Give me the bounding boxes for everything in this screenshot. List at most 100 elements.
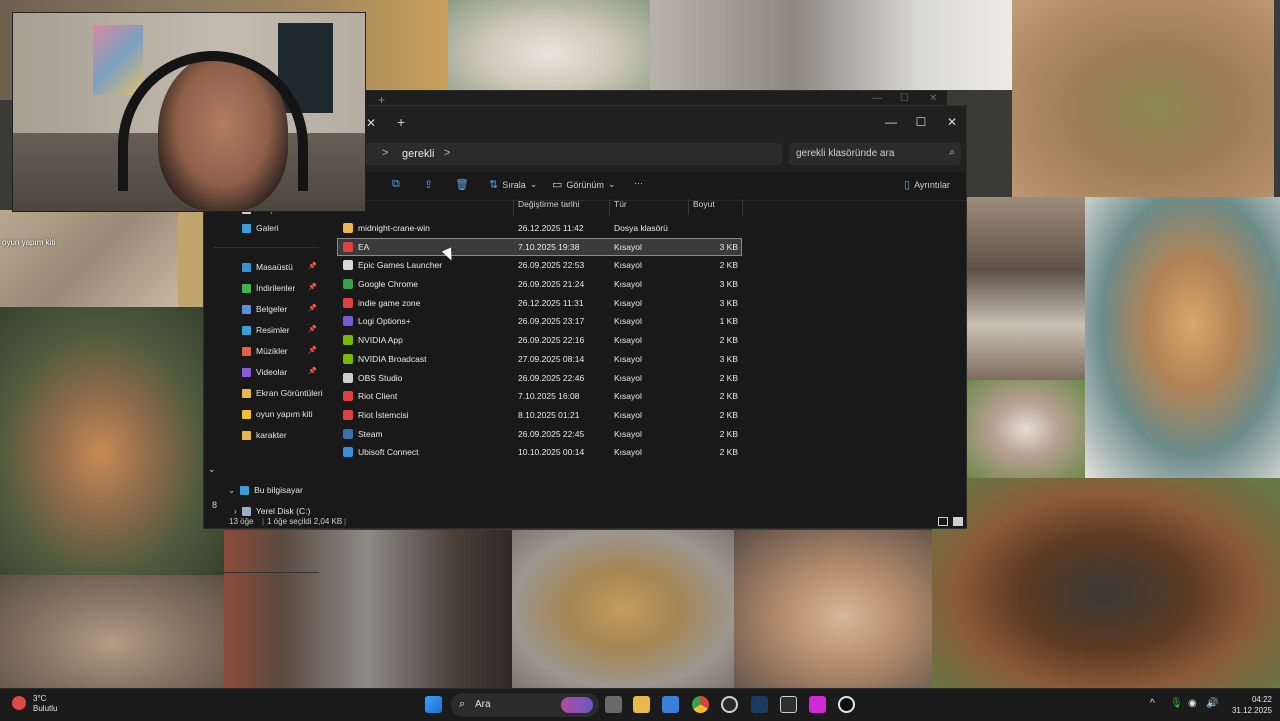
pin-icon[interactable]: 📌 bbox=[308, 367, 317, 375]
chrome-icon[interactable] bbox=[692, 696, 709, 713]
new-tab-button[interactable]: + bbox=[397, 114, 405, 130]
nav-item-i̇ndirilenler[interactable]: İndirilenler bbox=[242, 280, 295, 296]
nav-item-masaüstü[interactable]: Masaüstü bbox=[242, 259, 293, 275]
pin-icon[interactable]: 📌 bbox=[308, 304, 317, 312]
file-row[interactable]: OBS Studio 26.09.2025 22:46 Kısayol 2 KB bbox=[337, 369, 742, 388]
file-row[interactable]: Steam 26.09.2025 22:45 Kısayol 2 KB bbox=[337, 425, 742, 444]
nav-item-ekran-görüntüleri[interactable]: Ekran Görüntüleri bbox=[242, 385, 323, 401]
details-button[interactable]: ▯ Ayrıntılar bbox=[904, 178, 950, 191]
nav-label: Belgeler bbox=[256, 304, 288, 314]
nav-label: Videolar bbox=[256, 367, 288, 377]
file-date: 26.09.2025 22:46 bbox=[518, 372, 585, 383]
obs-icon[interactable] bbox=[721, 696, 738, 713]
unreal-icon[interactable] bbox=[838, 696, 855, 713]
column-divider[interactable] bbox=[609, 199, 610, 215]
file-name: Google Chrome bbox=[358, 279, 419, 290]
file-name: indie game zone bbox=[358, 297, 421, 308]
close-button[interactable]: ✕ bbox=[937, 112, 967, 132]
nav-item-oyun-yapım-kiti[interactable]: oyun yapım kiti bbox=[242, 406, 313, 422]
column-header-modified[interactable]: Değiştirme tarihi bbox=[518, 199, 579, 215]
pin-icon[interactable]: 📌 bbox=[308, 283, 317, 291]
column-divider[interactable] bbox=[742, 199, 743, 215]
windows-start-icon[interactable] bbox=[425, 696, 442, 713]
nav-item-belgeler[interactable]: Belgeler bbox=[242, 301, 287, 317]
file-explorer-icon[interactable] bbox=[633, 696, 650, 713]
pin-icon[interactable]: 📌 bbox=[308, 325, 317, 333]
column-header-type[interactable]: Tür bbox=[614, 199, 627, 215]
file-type: Dosya klasörü bbox=[614, 223, 668, 233]
chevron-right-icon[interactable]: > bbox=[444, 147, 450, 159]
riot-icon bbox=[343, 409, 353, 420]
column-divider[interactable] bbox=[688, 199, 689, 215]
nav-item-müzikler[interactable]: Müzikler bbox=[242, 343, 288, 359]
file-row[interactable]: Riot Client 7.10.2025 16:08 Kısayol 2 KB bbox=[337, 387, 742, 406]
nvidia-icon bbox=[343, 353, 353, 364]
nav-label: Müzikler bbox=[256, 346, 288, 356]
delete-button[interactable]: 🗑 bbox=[455, 178, 469, 191]
file-row[interactable]: EA 7.10.2025 19:38 Kısayol 3 KB bbox=[337, 237, 742, 257]
microsoft-store-icon[interactable] bbox=[662, 696, 679, 713]
steam-icon[interactable] bbox=[751, 696, 768, 713]
task-view-icon[interactable] bbox=[605, 696, 622, 713]
microphone-icon[interactable]: 🎙 bbox=[1170, 698, 1183, 709]
file-row[interactable]: Ubisoft Connect 10.10.2025 00:14 Kısayol 2 … bbox=[337, 443, 742, 462]
column-divider[interactable] bbox=[513, 199, 514, 215]
maximize-button[interactable]: ☐ bbox=[906, 112, 936, 132]
file-type: Kısayol bbox=[614, 409, 642, 420]
ea-icon bbox=[343, 241, 353, 252]
network-icon[interactable]: ◉ bbox=[1188, 698, 1197, 709]
navigation-pane: Giriş Galeri Masaüstü📌İndirilenler📌Belge… bbox=[204, 200, 324, 573]
file-size: 1 KB bbox=[719, 316, 738, 327]
breadcrumb-gerekli[interactable]: gerekli bbox=[402, 148, 434, 160]
taskbar-search[interactable]: ⌕ Ara bbox=[451, 693, 599, 717]
minimize-button[interactable]: — bbox=[876, 112, 906, 132]
file-size: 2 KB bbox=[719, 409, 738, 420]
tiles-view-icon[interactable] bbox=[953, 517, 963, 526]
clock-date: 31.12.2025 bbox=[1231, 706, 1272, 715]
column-header-size[interactable]: Boyut bbox=[693, 199, 715, 215]
file-row[interactable]: Epic Games Launcher 26.09.2025 22:53 Kısay… bbox=[337, 256, 742, 275]
background-photo bbox=[0, 575, 224, 688]
nav-item-resimler[interactable]: Resimler bbox=[242, 322, 290, 338]
nav-item-this-pc[interactable]: ⌄ Bu bilgisayar bbox=[228, 482, 303, 498]
file-row[interactable]: Logi Options+ 26.09.2025 23:17 Kısayol 1 KB bbox=[337, 312, 742, 331]
webcam-overlay bbox=[12, 12, 366, 212]
epic-games-icon[interactable] bbox=[780, 696, 797, 713]
file-row[interactable]: midnight-crane-win 26.12.2025 11:42 Dosya … bbox=[337, 219, 742, 238]
more-options-button[interactable]: ··· bbox=[634, 178, 643, 188]
chevron-up-icon[interactable]: ^ bbox=[1150, 698, 1155, 709]
pin-icon[interactable]: 📌 bbox=[308, 262, 317, 270]
folder-icon bbox=[242, 388, 251, 398]
wall-painting bbox=[93, 25, 143, 95]
file-row[interactable]: NVIDIA Broadcast 27.09.2025 08:14 Kısayol 3… bbox=[337, 350, 742, 369]
close-tab-icon[interactable]: ✕ bbox=[366, 116, 376, 130]
nav-item-karakter[interactable]: karakter bbox=[242, 427, 287, 443]
nav-item-videolar[interactable]: Videolar bbox=[242, 364, 287, 380]
close-icon: ✕ bbox=[929, 93, 938, 104]
nav-item-gallery[interactable]: Galeri bbox=[242, 220, 279, 236]
file-size: 3 KB bbox=[719, 297, 738, 308]
details-label: Ayrıntılar bbox=[914, 179, 950, 190]
clock[interactable]: 04:22 31.12.2025 bbox=[1232, 694, 1272, 716]
share-button[interactable]: ⇪ bbox=[424, 178, 433, 191]
file-row[interactable]: NVIDIA App 26.09.2025 22:16 Kısayol 2 KB bbox=[337, 331, 742, 350]
sort-button[interactable]: ⇅ Sırala ⌄ bbox=[489, 178, 537, 191]
file-row[interactable]: Riot İstemcisi 8.10.2025 01:21 Kısayol 2 KB bbox=[337, 406, 742, 425]
volume-icon[interactable]: 🔊 bbox=[1206, 698, 1218, 709]
address-bar[interactable]: > gerekli > bbox=[362, 143, 782, 165]
file-row[interactable]: indie game zone 26.12.2025 11:31 Kısayol 3 … bbox=[337, 294, 742, 313]
copy-path-button[interactable]: ⧉ bbox=[392, 178, 400, 191]
pin-icon[interactable]: 📌 bbox=[308, 346, 317, 354]
file-size: 2 KB bbox=[719, 260, 738, 271]
app-icon[interactable] bbox=[809, 696, 826, 713]
details-view-icon[interactable] bbox=[938, 517, 948, 526]
chevron-down-icon: ⌄ bbox=[607, 179, 616, 189]
view-button[interactable]: ▭ Görünüm ⌄ bbox=[552, 178, 615, 191]
file-row[interactable]: Google Chrome 26.09.2025 21:24 Kısayol 3 KB bbox=[337, 275, 742, 294]
chevron-down-icon[interactable]: ⌄ bbox=[208, 464, 216, 475]
file-date: 26.12.2025 11:31 bbox=[518, 297, 584, 308]
file-size: 2 KB bbox=[719, 372, 738, 383]
file-name: Logi Options+ bbox=[358, 316, 411, 327]
trash-icon: 🗑 bbox=[455, 179, 469, 191]
search-input[interactable]: gerekli klasöründe ara ⌕ bbox=[789, 143, 961, 165]
